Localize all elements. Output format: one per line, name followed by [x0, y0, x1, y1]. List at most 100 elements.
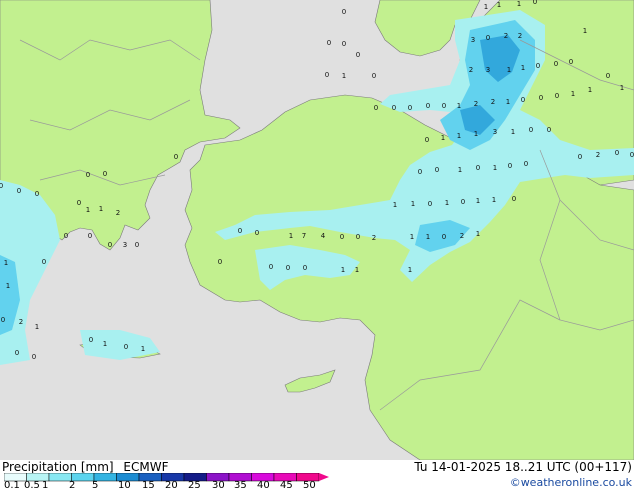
precip-value: 1: [493, 164, 497, 172]
precip-value: 0: [0, 182, 3, 190]
precip-value: 1: [521, 64, 525, 72]
precip-value: 3: [486, 66, 490, 74]
precip-value: 2: [491, 98, 495, 106]
precip-value: 0: [508, 162, 512, 170]
precip-value: 0: [408, 104, 412, 112]
precip-value: 1: [511, 128, 515, 136]
precip-value: 1: [571, 90, 575, 98]
precip-value: 2: [460, 232, 464, 240]
precip-value: 0: [356, 51, 360, 59]
precip-value: 0: [512, 195, 516, 203]
legend-tick-label: 2: [69, 480, 76, 491]
precip-value: 0: [15, 349, 19, 357]
precip-value: 1: [441, 134, 445, 142]
precip-value: 1: [6, 282, 10, 290]
precip-value: 0: [1, 316, 5, 324]
precip-value: 1: [458, 166, 462, 174]
precip-value: 0: [356, 233, 360, 241]
legend-tick-label: 35: [234, 480, 247, 491]
precip-value: 2: [474, 100, 478, 108]
precip-value: 0: [108, 241, 112, 249]
precip-value: 1: [492, 196, 496, 204]
precip-value: 0: [486, 34, 490, 42]
precip-value: 0: [286, 264, 290, 272]
legend-tick-label: 0.1: [4, 480, 20, 491]
legend-tick-label: 15: [142, 480, 155, 491]
precip-value: 0: [521, 96, 525, 104]
precip-value: 0: [630, 151, 634, 159]
precip-value: 2: [372, 234, 376, 242]
precip-value: 0: [425, 136, 429, 144]
precip-value: 2: [19, 318, 23, 326]
precip-value: 1: [588, 86, 592, 94]
precip-value: 1: [517, 0, 521, 8]
precip-value: 0: [103, 170, 107, 178]
legend-title: Precipitation [mm]: [2, 460, 114, 474]
precip-value: 0: [533, 0, 537, 6]
precip-value: 0: [89, 336, 93, 344]
precip-value: 1: [393, 201, 397, 209]
legend-tick-label: 10: [118, 480, 131, 491]
precip-value: 0: [606, 72, 610, 80]
legend-tick-label: 20: [165, 480, 178, 491]
precip-value: 3: [493, 128, 497, 136]
legend-tick-label: 50: [303, 480, 316, 491]
precip-value: 0: [524, 160, 528, 168]
precip-value: 1: [411, 200, 415, 208]
precip-value: 0: [426, 102, 430, 110]
precip-value: 0: [32, 353, 36, 361]
precip-value: 0: [35, 190, 39, 198]
precip-value: 1: [506, 98, 510, 106]
precip-value: 1: [497, 1, 501, 9]
precip-value: 0: [442, 233, 446, 241]
precip-value: 1: [410, 233, 414, 241]
precip-value: 0: [42, 258, 46, 266]
precip-value: 1: [583, 27, 587, 35]
precip-value: 0: [135, 241, 139, 249]
precip-value: 0: [569, 58, 573, 66]
precip-value: 0: [372, 72, 376, 80]
precip-value: 0: [269, 263, 273, 271]
precip-value: 1: [484, 3, 488, 11]
precip-value: 0: [555, 92, 559, 100]
precip-value: 4: [321, 232, 326, 240]
precip-value: 0: [340, 233, 344, 241]
precip-value: 1: [507, 66, 511, 74]
model-name: ECMWF: [123, 460, 169, 474]
legend-tick-label: 45: [280, 480, 293, 491]
precip-value: 0: [428, 200, 432, 208]
precip-value: 0: [238, 227, 242, 235]
precip-value: 0: [64, 232, 68, 240]
precip-value: 0: [461, 198, 465, 206]
precip-value: 0: [325, 71, 329, 79]
precip-value: 3: [471, 36, 475, 44]
precip-value: 0: [327, 39, 331, 47]
precip-value: 0: [174, 153, 178, 161]
precip-value: 0: [342, 40, 346, 48]
precip-value: 0: [578, 153, 582, 161]
legend-tick-label: 30: [212, 480, 225, 491]
precip-value: 0: [435, 166, 439, 174]
precip-value: 1: [4, 259, 8, 267]
precip-value: 1: [35, 323, 39, 331]
precip-value: 2: [504, 32, 508, 40]
precip-value: 1: [620, 84, 624, 92]
precip-value: 3: [123, 241, 127, 249]
precip-value: 0: [547, 126, 551, 134]
precip-value: 0: [218, 258, 222, 266]
precip-value: 0: [88, 232, 92, 240]
precip-value: 1: [457, 132, 461, 140]
precip-value: 1: [408, 266, 412, 274]
footer: Precipitation [mm] ECMWF Tu 14-01-2025 1…: [0, 460, 634, 491]
precip-value: 7: [302, 232, 306, 240]
precipitation-map: 1 1 1 0 0 3 0 2 2 0 0 1 0 2 3 1 1 0 0 0 0 1 0 0 1 1 0 0 0 0 0 1 2 2 1 0 0 0 1 0…: [0, 0, 634, 460]
precip-value: 1: [289, 232, 293, 240]
precip-value: 0: [255, 229, 259, 237]
precip-value: 1: [355, 266, 359, 274]
precip-value: 1: [474, 130, 478, 138]
legend-tick-label: 0.5: [24, 480, 40, 491]
valid-datetime: Tu 14-01-2025 18..21 UTC (00+117): [414, 460, 632, 474]
legend-tick-label: 40: [257, 480, 270, 491]
precip-value: 1: [341, 266, 345, 274]
precip-value: 0: [374, 104, 378, 112]
